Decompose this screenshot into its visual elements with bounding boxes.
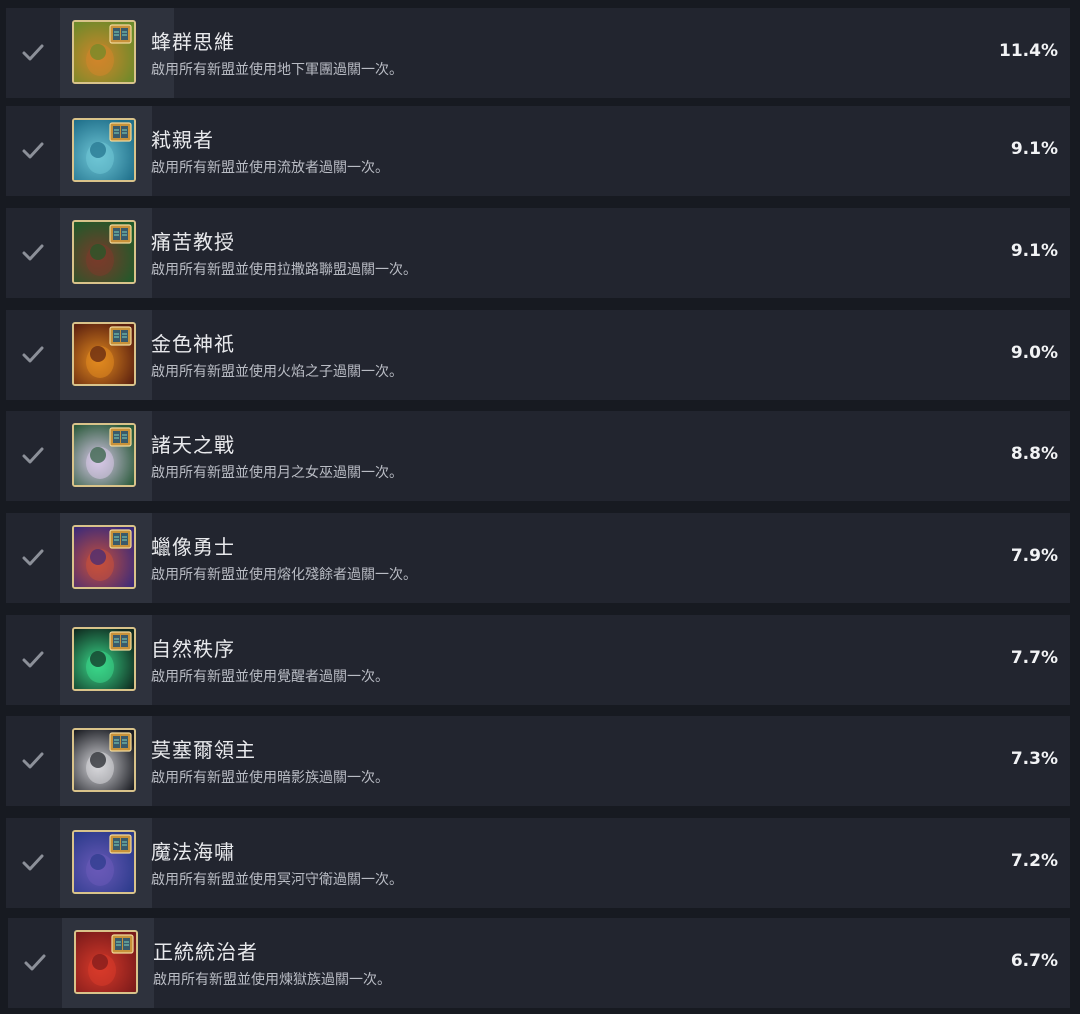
mushroom-achievement-icon xyxy=(72,20,136,84)
achievement-title: 弒親者 xyxy=(151,128,214,152)
book-badge-icon xyxy=(111,934,134,954)
demon-achievement-icon xyxy=(74,930,138,994)
book-badge-icon xyxy=(109,529,132,549)
book-badge-icon xyxy=(109,122,132,142)
achievement-row[interactable]: 莫塞爾領主啟用所有新盟並使用暗影族過關一次。 7.3% xyxy=(6,716,1070,806)
achievement-percent: 6.7% xyxy=(1010,951,1058,971)
checkmark-icon xyxy=(6,513,60,603)
achievement-description: 啟用所有新盟並使用拉撒路聯盟過關一次。 xyxy=(151,262,417,278)
flower-achievement-icon xyxy=(72,423,136,487)
achievement-description: 啟用所有新盟並使用熔化殘餘者過關一次。 xyxy=(151,567,417,583)
book-badge-icon xyxy=(109,24,132,44)
achievement-percent: 7.9% xyxy=(1010,546,1058,566)
achievement-row[interactable]: 諸天之戰啟用所有新盟並使用月之女巫過關一次。 8.8% xyxy=(6,411,1070,501)
helmet-achievement-icon xyxy=(72,728,136,792)
achievement-description: 啟用所有新盟並使用火焰之子過關一次。 xyxy=(151,364,403,380)
checkmark-icon xyxy=(6,106,60,196)
achievement-percent: 11.4% xyxy=(999,41,1058,61)
achievement-row[interactable]: 蜂群思維啟用所有新盟並使用地下軍團過關一次。 11.4% xyxy=(6,8,1070,98)
checkmark-icon xyxy=(6,8,60,98)
achievement-percent: 7.3% xyxy=(1010,749,1058,769)
achievement-description: 啟用所有新盟並使用月之女巫過關一次。 xyxy=(151,465,403,481)
banshee-achievement-icon xyxy=(72,118,136,182)
achievement-description: 啟用所有新盟並使用煉獄族過關一次。 xyxy=(153,972,391,988)
checkmark-icon xyxy=(6,208,60,298)
checkmark-icon xyxy=(6,615,60,705)
achievement-title: 金色神祇 xyxy=(151,332,235,356)
achievement-title: 莫塞爾領主 xyxy=(151,738,256,762)
achievement-percent: 8.8% xyxy=(1010,444,1058,464)
achievement-title: 自然秩序 xyxy=(151,637,235,661)
achievement-percent: 9.1% xyxy=(1010,139,1058,159)
achievement-row[interactable]: 魔法海嘯啟用所有新盟並使用冥河守衛過關一次。 7.2% xyxy=(6,818,1070,908)
achievement-description: 啟用所有新盟並使用冥河守衛過關一次。 xyxy=(151,872,403,888)
book-badge-icon xyxy=(109,834,132,854)
achievement-title: 正統統治者 xyxy=(153,940,258,964)
achievement-row[interactable]: 金色神祇啟用所有新盟並使用火焰之子過關一次。 9.0% xyxy=(6,310,1070,400)
book-badge-icon xyxy=(109,732,132,752)
wax-warrior-achievement-icon xyxy=(72,525,136,589)
book-badge-icon xyxy=(109,326,132,346)
achievement-row[interactable]: 蠟像勇士啟用所有新盟並使用熔化殘餘者過關一次。 7.9% xyxy=(6,513,1070,603)
achievement-row[interactable]: 弒親者啟用所有新盟並使用流放者過關一次。 9.1% xyxy=(6,106,1070,196)
achievement-title: 痛苦教授 xyxy=(151,230,235,254)
achievement-row[interactable]: 痛苦教授啟用所有新盟並使用拉撒路聯盟過關一次。 9.1% xyxy=(6,208,1070,298)
achievement-title: 魔法海嘯 xyxy=(151,840,235,864)
fire-achievement-icon xyxy=(72,322,136,386)
achievement-description: 啟用所有新盟並使用地下軍團過關一次。 xyxy=(151,62,403,78)
spirit-achievement-icon xyxy=(72,627,136,691)
achievement-title: 蜂群思維 xyxy=(151,30,235,54)
book-badge-icon xyxy=(109,427,132,447)
checkmark-icon xyxy=(8,918,62,1008)
achievement-list: 蜂群思維啟用所有新盟並使用地下軍團過關一次。 11.4% 弒親者啟用所有新盟並使用流… xyxy=(0,0,1080,1014)
achievement-title: 蠟像勇士 xyxy=(151,535,235,559)
achievement-row[interactable]: 正統統治者啟用所有新盟並使用煉獄族過關一次。 6.7% xyxy=(8,918,1070,1008)
sea-creature-achievement-icon xyxy=(72,830,136,894)
book-badge-icon xyxy=(109,224,132,244)
checkmark-icon xyxy=(6,310,60,400)
achievement-percent: 9.0% xyxy=(1010,343,1058,363)
checkmark-icon xyxy=(6,716,60,806)
book-badge-icon xyxy=(109,631,132,651)
achievement-percent: 7.7% xyxy=(1010,648,1058,668)
achievement-description: 啟用所有新盟並使用暗影族過關一次。 xyxy=(151,770,389,786)
achievement-row[interactable]: 自然秩序啟用所有新盟並使用覺醒者過關一次。 7.7% xyxy=(6,615,1070,705)
achievement-description: 啟用所有新盟並使用流放者過關一次。 xyxy=(151,160,389,176)
achievement-percent: 7.2% xyxy=(1010,851,1058,871)
checkmark-icon xyxy=(6,818,60,908)
achievement-percent: 9.1% xyxy=(1010,241,1058,261)
goblin-achievement-icon xyxy=(72,220,136,284)
achievement-description: 啟用所有新盟並使用覺醒者過關一次。 xyxy=(151,669,389,685)
achievement-title: 諸天之戰 xyxy=(151,433,235,457)
checkmark-icon xyxy=(6,411,60,501)
